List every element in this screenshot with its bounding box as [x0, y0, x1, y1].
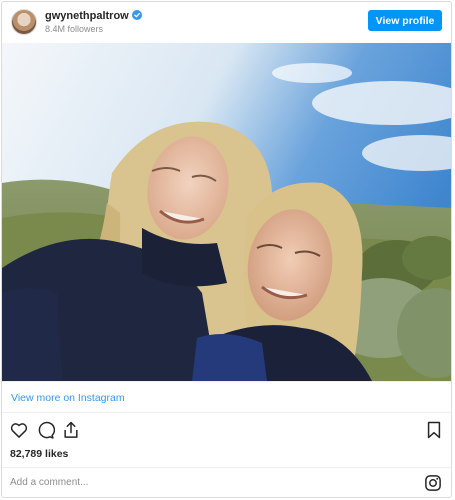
view-more-link[interactable]: View more on Instagram [11, 392, 125, 404]
comment-icon[interactable] [35, 420, 55, 440]
comment-row: Add a comment... [2, 467, 451, 497]
instagram-embed-card: gwynethpaltrow 8.4M followers View profi… [1, 1, 452, 498]
actions-divider [2, 412, 451, 413]
post-photo[interactable] [2, 43, 451, 381]
share-icon[interactable] [61, 420, 81, 440]
verified-badge-icon [131, 10, 142, 20]
post-header: gwynethpaltrow 8.4M followers View profi… [2, 2, 451, 42]
add-comment-input[interactable]: Add a comment... [10, 477, 88, 488]
selfie-photo-image [2, 43, 451, 381]
avatar[interactable] [11, 9, 37, 35]
action-bar [2, 418, 451, 444]
photo-divider [2, 381, 451, 382]
bookmark-icon[interactable] [424, 420, 444, 440]
view-profile-button[interactable]: View profile [368, 10, 442, 31]
username-row[interactable]: gwynethpaltrow [45, 10, 142, 22]
instagram-logo-icon[interactable] [424, 474, 442, 492]
username[interactable]: gwynethpaltrow [45, 10, 129, 22]
like-count[interactable]: 82,789 likes [10, 448, 68, 460]
follower-count: 8.4M followers [45, 24, 104, 34]
heart-icon[interactable] [9, 420, 29, 440]
